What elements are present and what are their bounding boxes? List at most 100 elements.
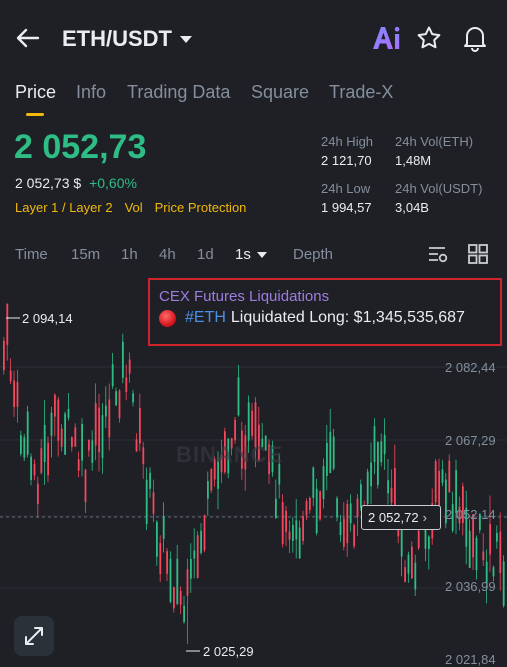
timeframe-1s[interactable]: 1s: [235, 246, 267, 263]
candle-body-56: [193, 550, 196, 559]
candle-body-105: [360, 484, 362, 508]
candle-body-59: [203, 515, 206, 551]
expand-icon[interactable]: [14, 616, 54, 656]
ai-icon[interactable]: [371, 24, 401, 52]
candle-body-43: [149, 472, 151, 489]
candle-body-52: [179, 590, 182, 605]
candle-body-113: [387, 480, 389, 494]
candle-body-53: [183, 605, 185, 622]
candle-body-7: [26, 411, 29, 455]
candle-body-80: [275, 498, 277, 519]
candle-body-139: [475, 537, 478, 571]
candle-body-143: [489, 523, 491, 555]
candle-body-94: [322, 466, 325, 500]
top-bar: ETH/USDT: [0, 0, 507, 76]
liquidation-notice[interactable]: CEX Futures Liquidations #ETH Liquidated…: [148, 278, 502, 346]
candle-body-6: [23, 437, 26, 458]
tag-vol[interactable]: Vol: [125, 200, 143, 215]
candle-body-125: [428, 536, 430, 550]
candle-body-11: [40, 448, 43, 473]
candle-body-50: [173, 587, 175, 609]
timeframe-4h[interactable]: 4h: [159, 246, 176, 263]
timeframe-time[interactable]: Time: [15, 246, 48, 263]
candle-body-120: [411, 546, 413, 579]
candle-body-131: [448, 460, 451, 492]
current-price-tag[interactable]: 2 052,72 ›: [361, 505, 441, 530]
tab-price[interactable]: Price: [15, 82, 56, 103]
candle-body-48: [166, 551, 168, 574]
timeframe-15m[interactable]: 15m: [71, 246, 100, 263]
low-value: 1 994,57: [321, 200, 372, 215]
candle-body-25: [88, 439, 90, 451]
tab-square[interactable]: Square: [251, 82, 309, 103]
tag-layer[interactable]: Layer 1 / Layer 2: [15, 200, 113, 215]
candle-body-8: [30, 456, 32, 480]
high-marker-label: 2 094,14: [22, 311, 73, 326]
watermark: BINANCE: [176, 442, 284, 467]
vol-usdt-value: 3,04B: [395, 200, 429, 215]
price-usd: 2 052,73 $: [15, 175, 82, 191]
candle-body-44: [152, 492, 155, 514]
axis-label-1: 2 082,44: [445, 360, 496, 375]
candle-body-18: [64, 413, 66, 455]
high-label: 24h High: [321, 134, 374, 149]
tab-trading-data[interactable]: Trading Data: [127, 82, 230, 103]
candle-body-103: [353, 525, 355, 547]
timeframe-1h[interactable]: 1h: [121, 246, 138, 263]
candle-body-102: [349, 503, 352, 524]
candle-body-40: [139, 407, 141, 444]
candle-body-46: [159, 543, 162, 575]
candle-body-110: [377, 441, 379, 486]
vol-usdt-label: 24h Vol(USDT): [395, 181, 483, 196]
candle-body-73: [251, 410, 253, 436]
candle-body-108: [370, 462, 372, 487]
tab-info[interactable]: Info: [76, 82, 106, 103]
tag-row: Layer 1 / Layer 2 Vol Price Protection: [15, 200, 246, 215]
indicator-settings-icon[interactable]: [427, 243, 449, 265]
candle-body-100: [343, 518, 345, 547]
back-arrow-icon[interactable]: [14, 24, 42, 52]
candle-body-0: [3, 340, 5, 371]
notice-hashtag[interactable]: #ETH: [185, 309, 226, 327]
notice-title: CEX Futures Liquidations: [159, 288, 330, 305]
chevron-right-icon: ›: [422, 510, 427, 525]
candle-body-97: [332, 436, 335, 469]
candle-body-147: [502, 561, 505, 606]
candle-body-16: [57, 399, 60, 441]
candle-body-96: [329, 431, 332, 474]
grid-layout-icon[interactable]: [467, 243, 489, 265]
candle-body-141: [482, 551, 485, 561]
candle-body-33: [115, 391, 117, 406]
candle-body-129: [441, 469, 444, 483]
candle-body-54: [186, 569, 189, 596]
candle-body-10: [37, 483, 39, 505]
candle-body-51: [176, 558, 179, 604]
candle-body-60: [207, 480, 209, 499]
candle-body-93: [319, 491, 321, 520]
candle-body-22: [77, 459, 80, 471]
timeframe-depth[interactable]: Depth: [293, 246, 333, 263]
candle-body-118: [404, 567, 406, 582]
candle-body-12: [43, 424, 46, 462]
candle-body-21: [74, 427, 77, 447]
price-usd-row: 2 052,73 $ +0,60%: [15, 175, 137, 191]
candle-body-86: [295, 520, 298, 540]
vol-eth-label: 24h Vol(ETH): [395, 134, 474, 149]
tab-bar: Price Info Trading Data Square Trade-X: [0, 80, 507, 120]
tag-price-protection[interactable]: Price Protection: [155, 200, 247, 215]
candle-body-34: [118, 390, 121, 419]
tab-trade-x[interactable]: Trade-X: [329, 82, 393, 103]
candle-body-2: [9, 370, 12, 382]
active-tab-indicator: [26, 113, 44, 116]
timeframe-1d[interactable]: 1d: [197, 246, 214, 263]
axis-label-2: 2 067,29: [445, 433, 496, 448]
candle-body-29: [101, 415, 104, 458]
bell-icon[interactable]: [462, 24, 488, 52]
favorite-star-icon[interactable]: [416, 25, 442, 51]
candle-body-3: [13, 380, 15, 407]
candle-body-32: [111, 364, 114, 387]
candle-body-36: [125, 377, 128, 393]
candle-body-74: [254, 402, 257, 448]
candle-body-98: [336, 498, 338, 517]
pair-selector[interactable]: ETH/USDT: [62, 26, 192, 52]
